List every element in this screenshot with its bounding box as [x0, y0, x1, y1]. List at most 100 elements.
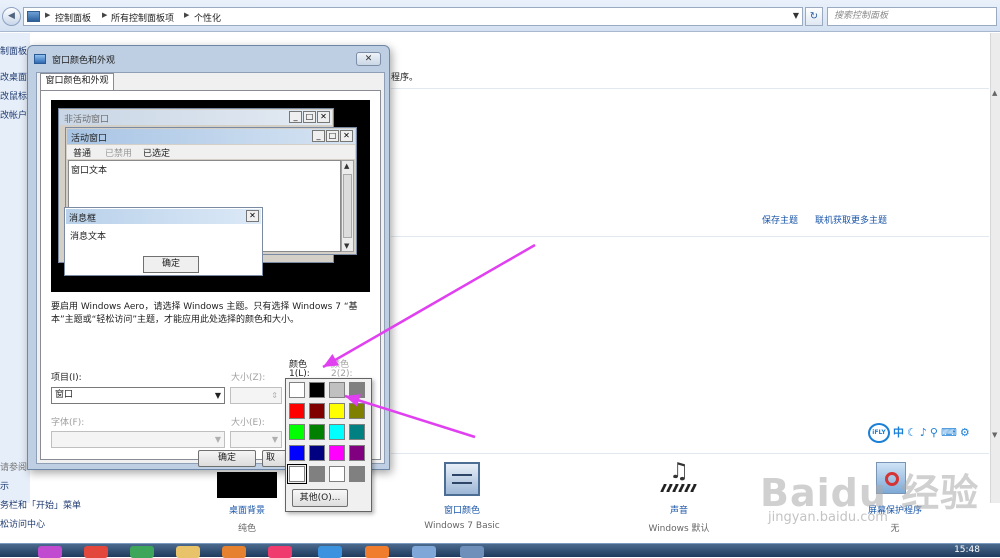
color-swatch[interactable] [309, 445, 325, 461]
other-colors-button[interactable]: 其他(O)... [292, 489, 348, 507]
left-link-mouse[interactable]: 改鼠标 [0, 89, 27, 102]
divider [391, 236, 989, 237]
close-icon: ✕ [317, 111, 330, 123]
sound-icon[interactable]: ♫ [658, 460, 700, 496]
save-theme-link[interactable]: 保存主题 [762, 213, 798, 226]
keyboard-icon[interactable]: ⌨ [941, 424, 957, 442]
color-swatch[interactable] [329, 403, 345, 419]
scroll-up-icon[interactable]: ▲ [992, 89, 997, 97]
back-button[interactable]: ◀ [2, 7, 21, 26]
chevron-right-icon: ▶ [102, 11, 108, 19]
font-size-label: 大小(E): [231, 418, 265, 428]
color-swatch[interactable] [329, 424, 345, 440]
color-swatch[interactable] [289, 403, 305, 419]
item-select[interactable]: 窗口 ▼ [51, 387, 225, 404]
breadcrumb[interactable]: ▶ 控制面板 ▶ 所有控制面板项 ▶ 个性化 ▼ [23, 7, 803, 26]
color-swatch[interactable] [329, 382, 345, 398]
taskbar: 15:48 [0, 543, 1000, 558]
window-color-icon [34, 54, 46, 64]
scroll-thumb [343, 174, 352, 238]
message-box-preview: 消息框 ✕ 消息文本 确定 [64, 207, 263, 276]
taskbar-app-icon[interactable] [318, 546, 342, 558]
close-icon: ✕ [340, 130, 353, 142]
control-panel-icon[interactable] [412, 546, 436, 558]
chevron-right-icon: ▶ [45, 11, 51, 19]
clock[interactable]: 15:48 [954, 545, 980, 555]
color-swatch[interactable] [349, 382, 365, 398]
left-link-control-panel[interactable]: 制面板 [0, 44, 27, 57]
maximize-icon: □ [303, 111, 316, 123]
color-swatch[interactable] [309, 424, 325, 440]
window-color-icon[interactable] [444, 462, 480, 496]
folder-icon[interactable] [176, 546, 200, 558]
color-swatch[interactable] [329, 445, 345, 461]
baidu-watermark: Baidu 经验 [760, 471, 980, 515]
divider [391, 88, 989, 89]
breadcrumb-personalization[interactable]: 个性化 [194, 11, 221, 24]
taskbar-app-icon[interactable] [460, 546, 484, 558]
minimize-icon: _ [289, 111, 302, 123]
color-swatch[interactable] [309, 382, 325, 398]
scroll-up-icon: ▲ [344, 162, 350, 170]
taskbar-app-icon[interactable] [38, 546, 62, 558]
close-button[interactable]: ✕ [356, 52, 381, 66]
refresh-button[interactable]: ↻ [805, 7, 823, 26]
taskbar-app-icon[interactable] [222, 546, 246, 558]
left-link-display[interactable]: 示 [0, 479, 9, 492]
color-swatch[interactable] [309, 403, 325, 419]
left-link-ease-of-access[interactable]: 松访问中心 [0, 517, 45, 530]
taskbar-app-icon[interactable] [268, 546, 292, 558]
left-nav-pane [0, 33, 30, 503]
chevron-down-icon[interactable]: ▼ [793, 11, 799, 20]
color-swatch[interactable] [329, 466, 345, 482]
scroll-down-icon: ▼ [344, 242, 350, 250]
color-swatch[interactable] [309, 466, 325, 482]
chrome-icon[interactable] [84, 546, 108, 558]
tile-sound[interactable]: 声音 Windows 默认 [624, 503, 734, 534]
breadcrumb-all-items[interactable]: 所有控制面板项 [111, 11, 174, 24]
tile-subtitle: Windows 默认 [648, 524, 710, 534]
menu-normal: 普通 [73, 149, 92, 159]
color-swatch[interactable] [289, 445, 305, 461]
color-swatch[interactable] [349, 424, 365, 440]
color-swatch[interactable] [349, 466, 365, 482]
address-bar: ◀ ▶ 控制面板 ▶ 所有控制面板项 ▶ 个性化 ▼ ↻ 搜索控制面板 [0, 0, 1000, 32]
desktop-background-thumb[interactable] [217, 472, 277, 498]
intro-text: 程序。 [391, 73, 419, 83]
font-size-select[interactable]: ▼ [230, 431, 282, 448]
ok-button[interactable]: 确定 [198, 450, 256, 467]
chevron-right-icon: ▶ [184, 11, 190, 19]
color-swatch[interactable] [349, 403, 365, 419]
color-swatch[interactable] [289, 424, 305, 440]
left-link-desktop[interactable]: 改桌面 [0, 70, 27, 83]
ifly-logo-icon[interactable]: iFLY [868, 423, 890, 443]
aero-note: 要启用 Windows Aero，请选择 Windows 主题。只有选择 Win… [51, 302, 358, 325]
tile-window-color[interactable]: 窗口颜色 Windows 7 Basic [407, 503, 517, 531]
get-more-themes-link[interactable]: 联机获取更多主题 [815, 213, 887, 226]
microphone-icon[interactable]: ⚲ [930, 424, 938, 442]
minimize-icon: _ [312, 130, 325, 142]
font-select[interactable]: ▼ [51, 431, 225, 448]
active-window-title: 活动窗口 [71, 134, 108, 144]
breadcrumb-control-panel[interactable]: 控制面板 [55, 11, 91, 24]
search-input[interactable]: 搜索控制面板 [827, 7, 997, 26]
color-swatch[interactable] [287, 464, 307, 484]
gear-icon[interactable]: ⚙ [960, 424, 970, 442]
left-link-taskbar[interactable]: 务栏和「开始」菜单 [0, 498, 81, 511]
ime-chinese-mode[interactable]: 中 [893, 424, 904, 442]
taskbar-app-icon[interactable] [365, 546, 389, 558]
message-text: 消息文本 [70, 232, 107, 242]
baidu-watermark-url: jingyan.baidu.com [768, 510, 888, 525]
tab-window-color[interactable]: 窗口颜色和外观 [40, 73, 114, 90]
shield-icon[interactable] [130, 546, 154, 558]
music-note-icon[interactable]: ♪ [920, 424, 927, 442]
font-label: 字体(F): [51, 418, 85, 428]
chevron-down-icon: ▼ [271, 435, 278, 444]
left-link-account[interactable]: 改帐户 [0, 108, 27, 121]
color-swatch[interactable] [289, 382, 305, 398]
item-size-spinner[interactable]: ⇕ [230, 387, 282, 404]
appearance-preview[interactable]: 非活动窗口 _ □ ✕ 活动窗口 _ □ ✕ 普通 已禁用 已选定 窗口文本 ▲… [51, 100, 370, 292]
menu-selected: 已选定 [143, 149, 171, 159]
color-swatch[interactable] [349, 445, 365, 461]
moon-icon[interactable]: ☾ [907, 424, 917, 442]
